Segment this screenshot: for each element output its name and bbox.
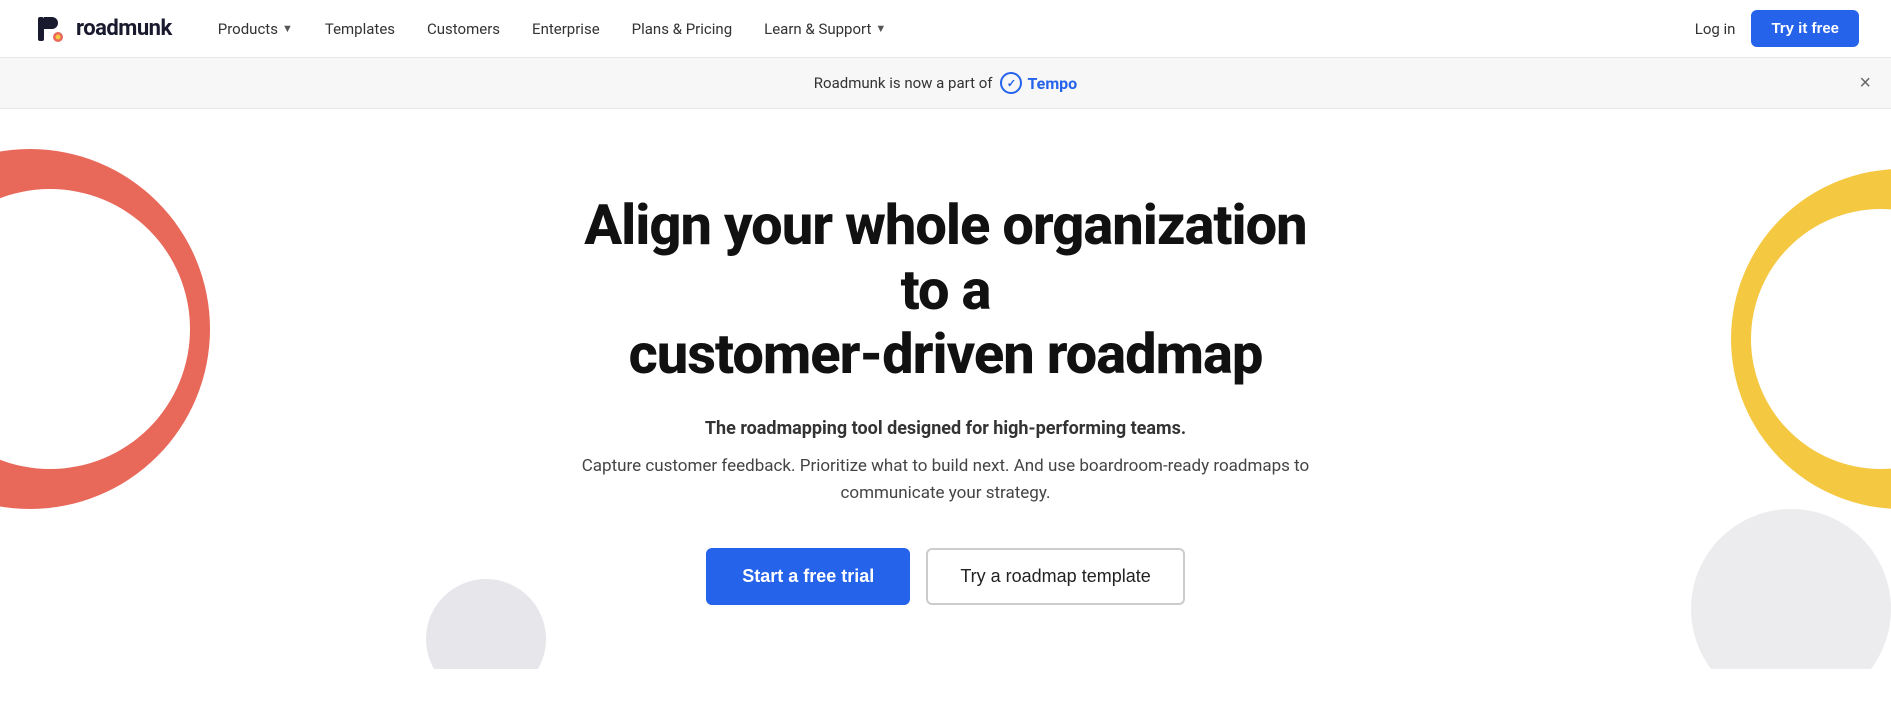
tempo-brand-name: Tempo <box>1027 74 1077 93</box>
logo-icon <box>32 11 68 47</box>
chevron-down-icon: ▼ <box>282 22 293 35</box>
banner-content: Roadmunk is now a part of ✓ Tempo <box>814 72 1077 94</box>
hero-body: Capture customer feedback. Prioritize wh… <box>556 453 1336 507</box>
tempo-check-icon: ✓ <box>1000 72 1022 94</box>
nav-item-customers[interactable]: Customers <box>413 12 514 46</box>
try-free-button[interactable]: Try it free <box>1751 10 1859 47</box>
chevron-down-icon: ▼ <box>875 22 886 35</box>
hero-buttons: Start a free trial Try a roadmap templat… <box>556 548 1336 605</box>
login-link[interactable]: Log in <box>1695 20 1736 38</box>
nav-item-learn[interactable]: Learn & Support ▼ <box>750 12 900 46</box>
nav-item-products[interactable]: Products ▼ <box>204 12 307 46</box>
try-roadmap-template-button[interactable]: Try a roadmap template <box>926 548 1184 605</box>
start-free-trial-button[interactable]: Start a free trial <box>706 548 910 605</box>
announcement-banner: Roadmunk is now a part of ✓ Tempo × <box>0 58 1891 109</box>
hero-subtitle: The roadmapping tool designed for high-p… <box>556 415 1336 444</box>
hero-title: Align your whole organization to a custo… <box>556 193 1336 386</box>
decorative-shape-right <box>1691 169 1891 509</box>
nav-item-enterprise[interactable]: Enterprise <box>518 12 614 46</box>
nav-right: Log in Try it free <box>1695 10 1859 47</box>
nav-links: Products ▼ Templates Customers Enterpris… <box>204 12 1695 46</box>
hero-content: Align your whole organization to a custo… <box>556 193 1336 604</box>
tempo-logo: ✓ Tempo <box>1000 72 1077 94</box>
nav-item-plans[interactable]: Plans & Pricing <box>618 12 746 46</box>
logo[interactable]: roadmunk <box>32 11 172 47</box>
logo-text: roadmunk <box>76 16 172 41</box>
banner-text: Roadmunk is now a part of <box>814 74 993 92</box>
decorative-shape-bottom-right <box>1691 509 1891 669</box>
navbar: roadmunk Products ▼ Templates Customers … <box>0 0 1891 58</box>
nav-item-templates[interactable]: Templates <box>311 12 409 46</box>
decorative-shape-left <box>0 149 210 509</box>
decorative-shape-bottom-left <box>426 579 546 669</box>
banner-close-button[interactable]: × <box>1859 73 1871 93</box>
hero-section: Align your whole organization to a custo… <box>0 109 1891 669</box>
